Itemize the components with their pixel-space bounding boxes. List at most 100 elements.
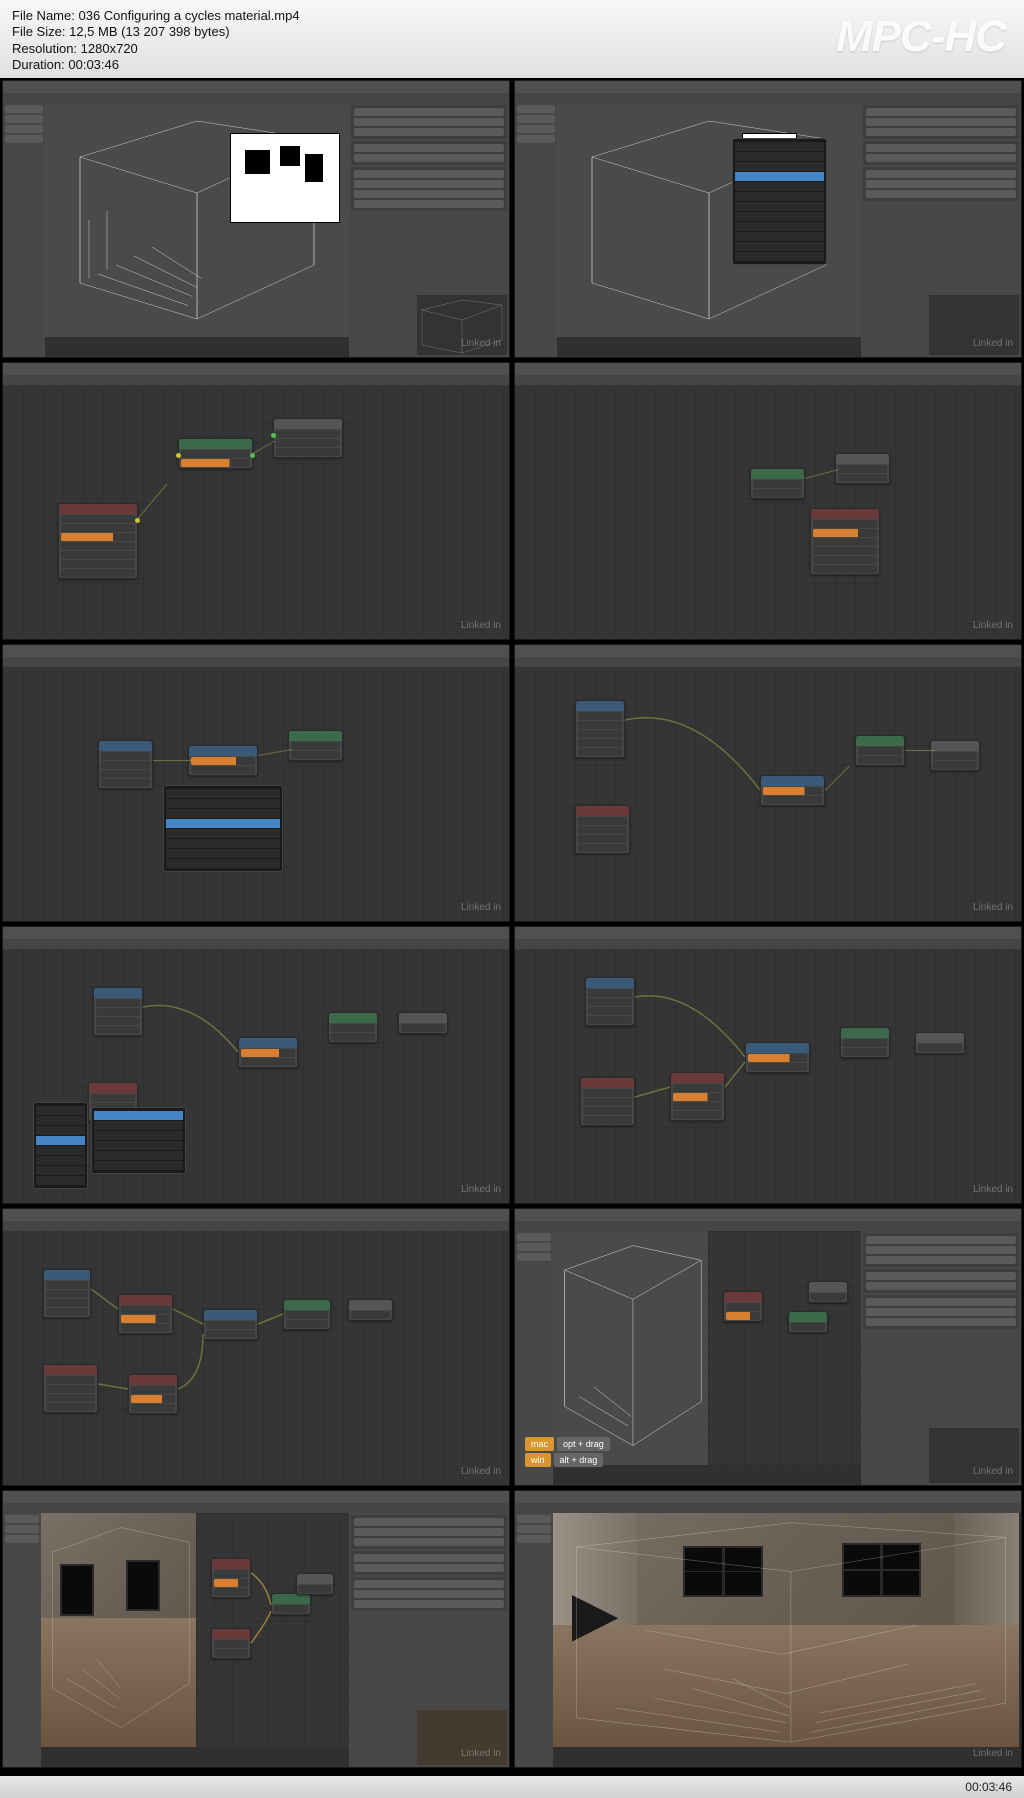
mapping-node[interactable] <box>760 775 825 806</box>
blender-menubar <box>3 657 509 667</box>
image-texture-1-node[interactable] <box>118 1294 173 1334</box>
footer-time: 00:03:46 <box>965 1780 1012 1794</box>
blender-menubar <box>515 93 1021 103</box>
linkedin-watermark: Linked in <box>973 1184 1013 1195</box>
thumbnail-3[interactable]: Linked in <box>2 362 510 640</box>
file-name-value: 036 Configuring a cycles material.mp4 <box>78 8 299 23</box>
blender-topbar <box>515 1209 1021 1221</box>
file-size-value: 12,5 MB (13 207 398 bytes) <box>69 24 229 39</box>
thumbnail-2[interactable]: Linked in <box>514 80 1022 358</box>
mac-shortcut: opt + drag <box>557 1437 610 1451</box>
diffuse-node[interactable] <box>840 1027 890 1058</box>
editor-type-menu[interactable] <box>732 138 827 265</box>
render-preview <box>230 133 340 223</box>
linkedin-watermark: Linked in <box>461 338 501 349</box>
blender-menubar <box>3 93 509 103</box>
3d-viewport[interactable] <box>553 1231 708 1465</box>
file-size-label: File Size: <box>12 24 65 39</box>
node-editor-area[interactable] <box>196 1513 349 1747</box>
diffuse-node[interactable] <box>283 1299 331 1330</box>
file-info-header: File Name: 036 Configuring a cycles mate… <box>0 0 1024 78</box>
linkedin-watermark: Linked in <box>973 620 1013 631</box>
image-texture-node[interactable] <box>810 508 880 575</box>
blender-menubar <box>3 1503 509 1513</box>
thumbnail-4[interactable]: Linked in <box>514 362 1022 640</box>
properties-panel[interactable] <box>349 103 509 357</box>
linkedin-watermark: Linked in <box>461 902 501 913</box>
duration-value: 00:03:46 <box>68 57 119 72</box>
thumbnail-6[interactable]: Linked in <box>514 644 1022 922</box>
thumbnail-7[interactable]: Linked in <box>2 926 510 1204</box>
mapping-node[interactable] <box>745 1042 810 1073</box>
output-node[interactable] <box>915 1032 965 1054</box>
blender-menubar <box>515 1503 1021 1513</box>
output-node[interactable] <box>835 453 890 484</box>
mac-badge: mac <box>525 1437 554 1451</box>
blender-topbar <box>3 363 509 375</box>
tool-shelf <box>515 1513 553 1767</box>
texcoord-node[interactable] <box>98 740 153 789</box>
diffuse-node[interactable] <box>855 735 905 766</box>
thumbnail-5[interactable]: Linked in <box>2 644 510 922</box>
diffuse-bsdf-node[interactable] <box>178 438 253 469</box>
blender-topbar <box>515 927 1021 939</box>
mapping-node[interactable] <box>188 745 258 776</box>
material-output-node[interactable] <box>273 418 343 458</box>
blender-menubar <box>3 1221 509 1231</box>
win-badge: win <box>525 1453 551 1467</box>
image-texture-2-node[interactable] <box>43 1364 98 1413</box>
3d-viewport[interactable] <box>557 103 861 337</box>
properties-panel[interactable] <box>861 1231 1021 1485</box>
linkedin-watermark: Linked in <box>461 1466 501 1477</box>
texcoord-node[interactable] <box>575 700 625 758</box>
duration-label: Duration: <box>12 57 65 72</box>
linkedin-watermark: Linked in <box>973 338 1013 349</box>
image-texture-node[interactable] <box>575 805 630 854</box>
output-node[interactable] <box>398 1012 448 1034</box>
blender-topbar <box>3 645 509 657</box>
diffuse-node[interactable] <box>750 468 805 499</box>
thumbnail-1[interactable]: Linked in <box>2 80 510 358</box>
output-node[interactable] <box>930 740 980 771</box>
add-categories-menu[interactable] <box>33 1102 88 1189</box>
thumbnail-12[interactable]: Linked in <box>514 1490 1022 1768</box>
linkedin-watermark: Linked in <box>461 1748 501 1759</box>
properties-panel[interactable] <box>861 103 1021 357</box>
mapping-node[interactable] <box>238 1037 298 1068</box>
thumbnail-9[interactable]: Linked in <box>2 1208 510 1486</box>
3d-viewport[interactable] <box>45 103 349 337</box>
node-editor-area[interactable] <box>708 1231 861 1465</box>
resolution-label: Resolution: <box>12 41 77 56</box>
blender-menubar <box>3 939 509 949</box>
blender-menubar <box>515 657 1021 667</box>
thumbnail-8[interactable]: Linked in <box>514 926 1022 1204</box>
mix-node[interactable] <box>670 1072 725 1121</box>
properties-panel[interactable] <box>349 1513 509 1767</box>
texcoord-node[interactable] <box>43 1269 91 1318</box>
diffuse-node[interactable] <box>288 730 343 761</box>
thumbnail-10[interactable]: mac opt + drag win alt + drag Linked in <box>514 1208 1022 1486</box>
diffuse-node[interactable] <box>328 1012 378 1043</box>
image-select-menu[interactable] <box>163 785 283 872</box>
3d-viewport[interactable] <box>41 1513 196 1747</box>
linkedin-watermark: Linked in <box>973 1748 1013 1759</box>
tool-shelf <box>3 103 45 357</box>
bump-node[interactable] <box>203 1309 258 1340</box>
thumbnail-grid: Linked in Link <box>0 78 1024 1770</box>
3d-viewport-rendered[interactable] <box>553 1513 1019 1747</box>
linkedin-watermark: Linked in <box>973 1466 1013 1477</box>
image-texture-node[interactable] <box>58 503 138 579</box>
app-logo: MPC-HC <box>836 12 1006 62</box>
output-node[interactable] <box>348 1299 393 1321</box>
mix-node[interactable] <box>128 1374 178 1414</box>
image-texture-node-2[interactable] <box>580 1077 635 1126</box>
linkedin-watermark: Linked in <box>461 1184 501 1195</box>
win-shortcut: alt + drag <box>554 1453 604 1467</box>
blender-topbar <box>3 81 509 93</box>
blender-topbar <box>3 1491 509 1503</box>
thumbnail-11[interactable]: Linked in <box>2 1490 510 1768</box>
texcoord-node[interactable] <box>585 977 635 1026</box>
texcoord-node[interactable] <box>93 987 143 1036</box>
blender-menubar <box>515 1221 1021 1231</box>
add-submenu[interactable] <box>91 1107 186 1174</box>
